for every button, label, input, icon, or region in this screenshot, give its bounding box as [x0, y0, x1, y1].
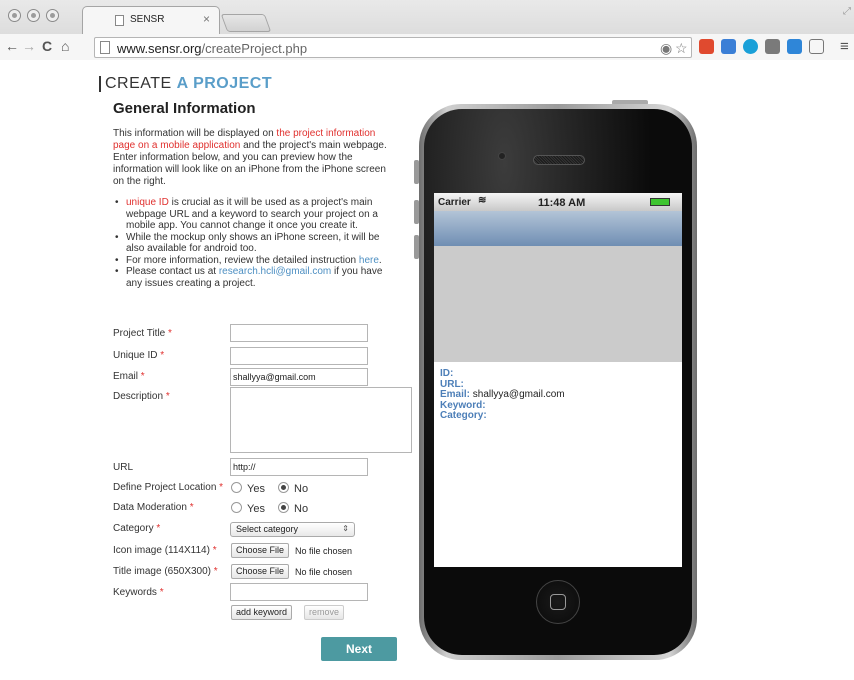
phone-speaker-grille	[533, 155, 585, 165]
menu-icon[interactable]: ≡	[840, 38, 849, 55]
zoom-window-button[interactable]	[46, 9, 59, 22]
unique-id-input[interactable]	[230, 347, 368, 365]
new-tab-button[interactable]	[220, 14, 272, 32]
cast-icon[interactable]	[809, 39, 824, 54]
browser-chrome: SENSR × ⤢ ← → C ⌂ www.sensr.org/createPr…	[0, 0, 854, 60]
home-square-icon	[550, 594, 566, 610]
location-no-radio[interactable]	[278, 482, 290, 493]
project-location-radio-group: Yes No	[231, 482, 318, 495]
title-image-label: Title image (650X300) *	[113, 566, 218, 577]
list-item: While the mockup only shows an iPhone sc…	[113, 232, 397, 255]
moderation-no-radio[interactable]	[278, 502, 290, 513]
forward-arrow-icon[interactable]: →	[22, 38, 36, 54]
close-window-button[interactable]	[8, 9, 21, 22]
address-url: www.sensr.org/createProject.php	[117, 41, 308, 56]
tab-sensr[interactable]: SENSR ×	[82, 6, 220, 34]
list-item: Please contact us at research.hcli@gmail…	[113, 266, 397, 289]
keywords-input[interactable]	[230, 583, 368, 601]
phone-time: 11:48 AM	[538, 197, 586, 209]
address-bar[interactable]: www.sensr.org/createProject.php ◉ ☆	[94, 37, 692, 58]
page-icon	[100, 41, 110, 54]
tab-strip: SENSR × ⤢	[0, 0, 854, 34]
title-image-file-status: No file chosen	[295, 567, 353, 577]
icon-image-choose-file-button[interactable]: Choose File	[231, 543, 290, 558]
url-input[interactable]: http://	[230, 458, 368, 476]
intro-paragraph: This information will be displayed on th…	[113, 128, 387, 187]
location-yes-radio[interactable]	[231, 482, 242, 493]
phone-camera-icon	[498, 152, 506, 160]
title-image-choose-file-button[interactable]: Choose File	[231, 564, 290, 579]
minimize-window-button[interactable]	[27, 9, 40, 22]
extension-circle-icon[interactable]	[743, 39, 758, 54]
wifi-icon: ≋	[478, 195, 487, 206]
icon-image-file-status: No file chosen	[295, 546, 353, 556]
next-button[interactable]: Next	[321, 637, 397, 661]
contact-email-link[interactable]: research.hcli@gmail.com	[219, 266, 331, 277]
list-item: For more information, review the detaile…	[113, 255, 397, 267]
category-label: Category *	[113, 523, 161, 534]
section-heading: General Information	[113, 100, 256, 117]
preview-category: Category:	[440, 410, 487, 421]
close-tab-icon[interactable]: ×	[203, 12, 210, 26]
description-label: Description *	[113, 391, 170, 402]
unique-id-link[interactable]: unique ID	[126, 197, 169, 208]
carrier-label: Carrier	[438, 197, 471, 208]
extension-dollar-icon[interactable]	[765, 39, 780, 54]
location-icon[interactable]: ◉	[660, 40, 672, 57]
phone-home-button	[536, 580, 580, 624]
extension-check-icon[interactable]	[721, 39, 736, 54]
home-icon[interactable]: ⌂	[61, 38, 69, 54]
bookmark-star-icon[interactable]: ☆	[675, 40, 688, 57]
select-arrows-icon: ⇕	[342, 524, 349, 533]
project-title-input[interactable]	[230, 324, 368, 342]
icon-image-label: Icon image (114X114) *	[113, 545, 217, 556]
page-icon	[115, 15, 124, 26]
data-moderation-label: Data Moderation *	[113, 502, 194, 513]
phone-status-bar: Carrier ≋ 11:48 AM	[434, 193, 682, 211]
email-input[interactable]: shallyya@gmail.com	[230, 368, 368, 386]
email-label: Email *	[113, 371, 145, 382]
phone-title-image-placeholder	[434, 246, 682, 362]
back-arrow-icon[interactable]: ←	[5, 38, 19, 54]
page-title: CREATE A PROJECT	[99, 76, 272, 92]
data-moderation-radio-group: Yes No	[231, 502, 318, 515]
remove-keyword-button[interactable]: remove	[304, 605, 345, 620]
unique-id-label: Unique ID *	[113, 350, 165, 361]
extension-image-icon[interactable]	[787, 39, 802, 54]
phone-project-info: ID: URL: Email: shallyya@gmail.com Keywo…	[440, 368, 565, 422]
browser-toolbar: ← → C ⌂ www.sensr.org/createProject.php …	[0, 34, 854, 60]
add-keyword-button[interactable]: add keyword	[231, 605, 293, 620]
tab-title: SENSR	[130, 14, 165, 25]
instruction-here-link[interactable]: here	[359, 255, 379, 266]
reload-icon[interactable]: C	[42, 38, 52, 54]
keywords-label: Keywords *	[113, 587, 164, 598]
fullscreen-icon[interactable]: ⤢	[843, 6, 851, 17]
list-item: unique ID is crucial as it will be used …	[113, 197, 397, 232]
project-location-label: Define Project Location *	[113, 482, 224, 493]
category-select[interactable]: Select category ⇕	[230, 522, 355, 537]
phone-preview-screen: Carrier ≋ 11:48 AM ID: URL: Email: shall…	[434, 193, 682, 567]
moderation-yes-radio[interactable]	[231, 502, 242, 513]
url-label: URL	[113, 462, 134, 473]
battery-icon	[650, 198, 670, 206]
description-textarea[interactable]	[230, 387, 412, 453]
project-title-label: Project Title *	[113, 328, 172, 339]
phone-nav-bar	[434, 211, 682, 246]
extension-bookmark-icon[interactable]	[699, 39, 714, 54]
instruction-list: unique ID is crucial as it will be used …	[113, 197, 397, 289]
